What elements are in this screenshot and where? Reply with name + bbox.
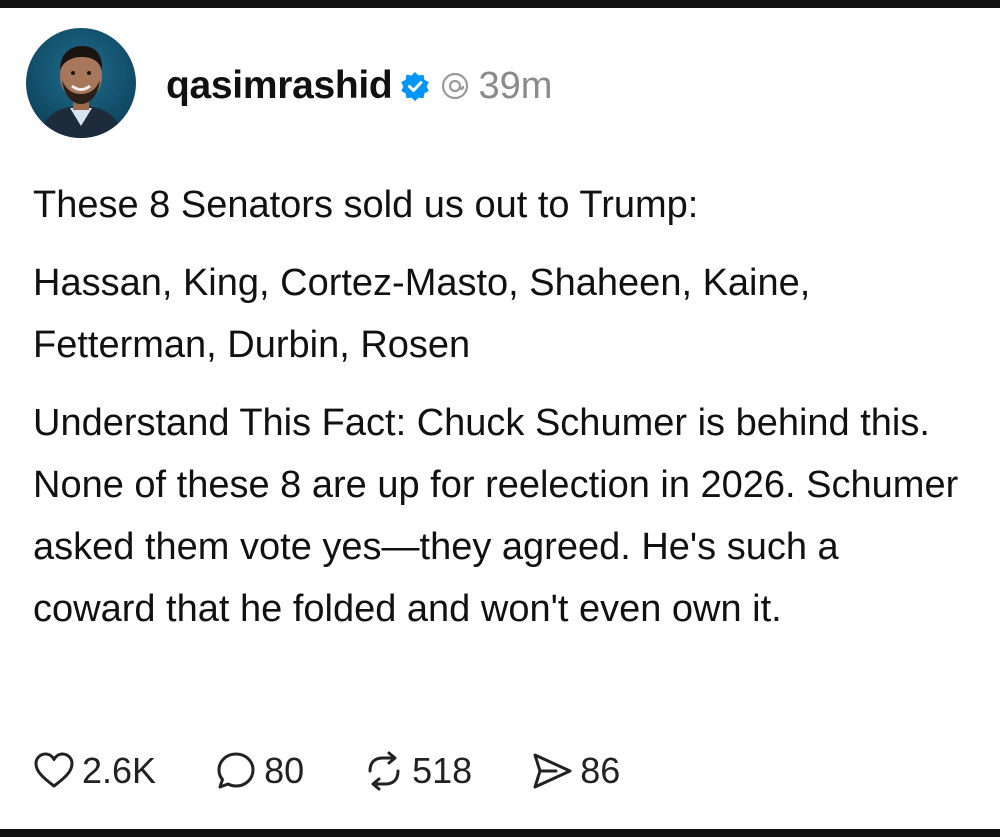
post-actions: 2.6K 80 518 86 [32,745,678,797]
repost-count: 518 [412,750,473,791]
reply-button[interactable]: 80 [214,749,304,793]
post-body: These 8 Senators sold us out to Trump: H… [33,174,973,640]
top-frame-bar [0,0,1000,8]
post-paragraph: Hassan, King, Cortez-Masto, Shaheen, Kai… [33,262,811,366]
username[interactable]: qasimrashid [166,64,393,108]
post-paragraph: These 8 Senators sold us out to Trump: [33,184,699,226]
profile-photo-icon [26,28,136,138]
share-count: 86 [580,750,621,791]
post-timestamp: 39m [478,64,553,107]
post-paragraph: Understand This Fact: Chuck Schumer is b… [33,402,959,630]
reply-count: 80 [264,750,305,791]
threads-icon [440,71,470,101]
like-count: 2.6K [82,750,157,791]
comment-icon [217,752,255,789]
repost-button[interactable]: 518 [362,749,472,793]
share-button[interactable]: 86 [530,749,620,793]
bottom-frame-bar [0,829,1000,837]
like-button[interactable]: 2.6K [32,749,156,793]
avatar[interactable] [26,28,136,138]
post-header: qasimrashid 39m [166,60,552,112]
repost-icon [368,751,400,791]
heart-icon [34,752,74,788]
threads-post: qasimrashid 39m These 8 Senators sold us… [0,8,1000,829]
send-icon [533,753,572,789]
verified-badge-icon [400,71,430,101]
